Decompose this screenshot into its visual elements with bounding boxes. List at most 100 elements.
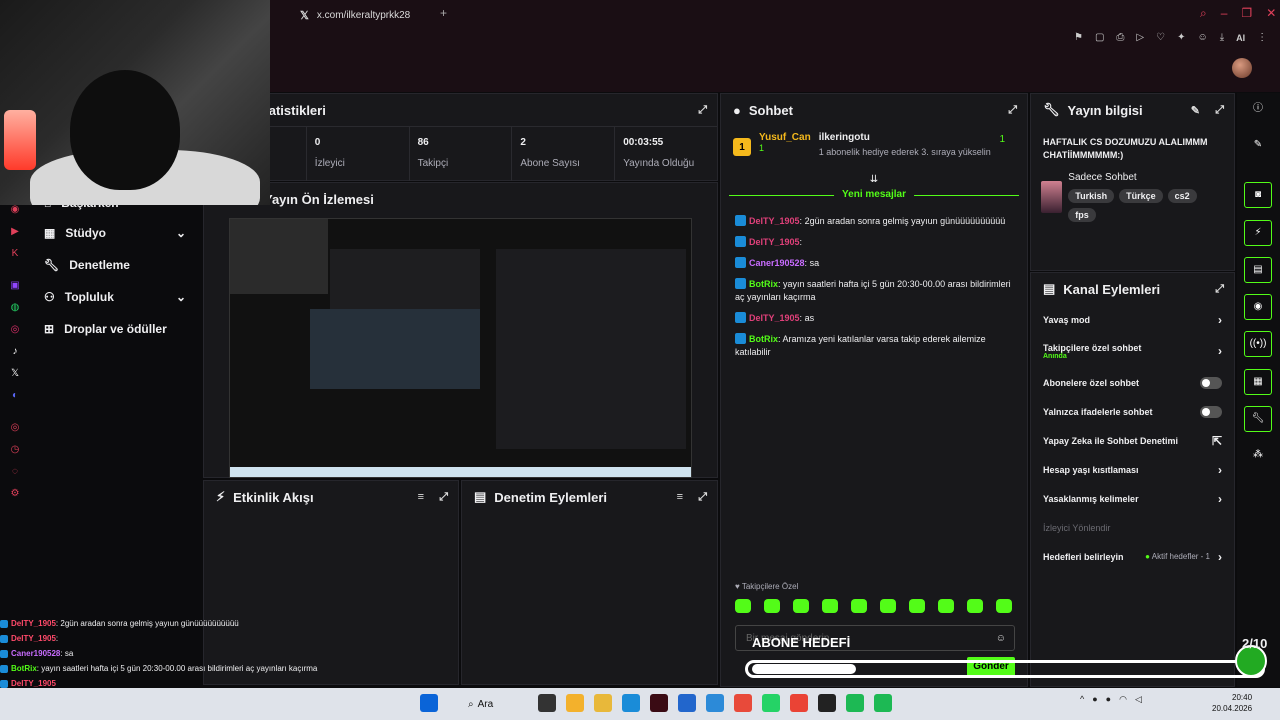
pencil-icon[interactable]: ✎ <box>1244 133 1272 159</box>
document-icon[interactable]: ▤ <box>1244 257 1272 283</box>
kick-icon[interactable]: K <box>8 247 22 261</box>
play-icon[interactable]: ▷ <box>1136 32 1144 43</box>
leaderboard-user[interactable]: ilkeringotu <box>819 132 991 143</box>
apps-icon[interactable]: ⁂ <box>1244 443 1272 469</box>
chat-username[interactable]: BotRix <box>749 279 778 289</box>
popout-icon[interactable]: ⤢ <box>1215 104 1224 117</box>
chat-username[interactable]: DeITY_1905 <box>749 313 800 323</box>
settings-icon[interactable]: ⚙ <box>8 487 22 501</box>
chat-icon[interactable]: ◉ <box>1244 294 1272 320</box>
edge-icon[interactable] <box>622 694 640 712</box>
tray-app-icon[interactable]: ● <box>1092 694 1097 705</box>
avatar[interactable] <box>1232 58 1252 78</box>
toggle-switch[interactable] <box>1200 405 1222 418</box>
channel-action-row[interactable]: Yapay Zeka ile Sohbet Denetimi ⇱ <box>1031 426 1234 455</box>
taskbar-clock[interactable]: 20:40 20.04.2026 <box>1212 692 1252 714</box>
popout-icon[interactable]: ⤢ <box>698 491 707 504</box>
popout-icon[interactable]: ⤢ <box>1008 104 1017 117</box>
chat-username[interactable]: Caner190528 <box>749 258 805 268</box>
popout-icon[interactable]: ⤢ <box>698 104 707 117</box>
emote[interactable] <box>793 599 809 613</box>
app-icon[interactable] <box>818 694 836 712</box>
category-name[interactable]: Sadece Sohbet <box>1068 172 1224 183</box>
spotify-icon[interactable] <box>874 694 892 712</box>
stream-tag[interactable]: cs2 <box>1167 189 1197 203</box>
wrench-icon[interactable]: 🔧︎ <box>1244 406 1272 432</box>
record-icon[interactable]: ◎ <box>8 421 22 435</box>
bolt-icon[interactable]: ⚡︎ <box>1244 220 1272 246</box>
tray-app-icon[interactable]: ● <box>1106 694 1111 705</box>
twitch-icon[interactable]: ▣ <box>8 279 22 293</box>
channel-action-row[interactable]: Abonelere özel sohbet <box>1031 368 1234 397</box>
menu-icon[interactable]: ⋮ <box>1257 32 1267 43</box>
tiktok-icon[interactable]: ♪ <box>8 345 22 359</box>
spotify-icon[interactable] <box>846 694 864 712</box>
close-icon[interactable]: ✕ <box>1266 6 1276 21</box>
toggle-switch[interactable] <box>1200 376 1222 389</box>
new-tab-button[interactable]: + <box>440 6 447 20</box>
filter-icon[interactable]: ≡ <box>677 491 683 503</box>
chrome-icon[interactable] <box>734 694 752 712</box>
sidebar-item-droplar[interactable]: ⊞ Droplar ve ödüller <box>30 313 202 345</box>
download-icon[interactable]: ⤓ <box>1220 32 1224 43</box>
sidebar-item-denetleme[interactable]: 🔧︎ Denetleme <box>30 249 202 281</box>
store-icon[interactable] <box>678 694 696 712</box>
browser-tab[interactable]: 𝕏 x.com/ilkeraltyprkk28 <box>300 4 410 26</box>
info-icon[interactable]: ⓘ <box>1244 97 1272 123</box>
filter-icon[interactable]: ≡ <box>418 491 424 503</box>
file-explorer-icon[interactable] <box>594 694 612 712</box>
emote[interactable] <box>851 599 867 613</box>
emote[interactable] <box>909 599 925 613</box>
copilot-icon[interactable] <box>566 694 584 712</box>
maximize-icon[interactable]: ❐ <box>1241 6 1252 21</box>
task-view-icon[interactable] <box>538 694 556 712</box>
emote[interactable] <box>735 599 751 613</box>
channel-action-row[interactable]: Takipçilere özel sohbet Anında › <box>1031 334 1234 368</box>
emote[interactable] <box>764 599 780 613</box>
volume-icon[interactable]: ◁ <box>1135 694 1142 705</box>
minimize-icon[interactable]: – <box>1221 6 1228 21</box>
channel-action-row[interactable]: Yavaş mod › <box>1031 305 1234 334</box>
channel-action-row[interactable]: Yasaklanmış kelimeler › <box>1031 484 1234 513</box>
emote[interactable] <box>967 599 983 613</box>
emote[interactable] <box>938 599 954 613</box>
chat-username[interactable]: BotRix <box>749 334 778 344</box>
stream-preview-video[interactable] <box>229 218 692 478</box>
taskbar-search[interactable]: ⌕ Ara <box>458 694 503 714</box>
screenshot-icon[interactable]: ▢ <box>1095 32 1104 43</box>
emote[interactable] <box>996 599 1012 613</box>
layout-icon[interactable]: ▦ <box>1244 369 1272 395</box>
stream-tag[interactable]: Türkçe <box>1119 189 1163 203</box>
stream-tag[interactable]: Turkish <box>1068 189 1115 203</box>
x-social-icon[interactable]: 𝕏 <box>8 367 22 381</box>
chevron-up-icon[interactable]: ^ <box>1080 694 1084 705</box>
app-icon[interactable] <box>790 694 808 712</box>
sidebar-item-studyo[interactable]: ▦ Stüdyo ⌄ <box>30 217 202 249</box>
emote[interactable] <box>822 599 838 613</box>
ai-button[interactable]: AI <box>1236 33 1245 43</box>
bookmark-icon[interactable]: ⚑ <box>1074 32 1083 43</box>
broadcast-icon[interactable]: ((•)) <box>1244 331 1272 357</box>
popout-icon[interactable]: ⤢ <box>439 491 448 504</box>
tiktok-live-icon[interactable]: ◉ <box>8 203 22 217</box>
extension-icon[interactable]: ✦ <box>1177 32 1185 43</box>
chat-username[interactable]: DeITY_1905 <box>749 216 800 226</box>
search-icon[interactable]: ⌕ <box>1200 6 1207 21</box>
leaderboard-user[interactable]: Yusuf_Can <box>759 132 811 143</box>
camera-icon[interactable]: ◙ <box>1244 182 1272 208</box>
chat-username[interactable]: DeITY_1905 <box>749 237 800 247</box>
emote[interactable] <box>880 599 896 613</box>
emoji-icon[interactable]: ☺ <box>996 633 1006 644</box>
youtube-icon[interactable]: ▶ <box>8 225 22 239</box>
goals-row[interactable]: Hedefleri belirleyin ● Aktif hedefler - … <box>1031 542 1234 571</box>
obs-icon[interactable] <box>650 694 668 712</box>
mail-icon[interactable] <box>706 694 724 712</box>
wifi-icon[interactable]: ◠ <box>1119 694 1127 705</box>
clock-icon[interactable]: ◷ <box>8 443 22 457</box>
popout-icon[interactable]: ⤢ <box>1215 283 1224 296</box>
discord-icon[interactable]: ◐ <box>8 389 22 403</box>
sidebar-item-topluluk[interactable]: ⚇ Topluluk ⌄ <box>30 281 202 313</box>
cast-icon[interactable]: ⎙ <box>1116 32 1124 43</box>
whatsapp-icon[interactable]: ◍ <box>8 301 22 315</box>
instagram-icon[interactable]: ◎ <box>8 323 22 337</box>
